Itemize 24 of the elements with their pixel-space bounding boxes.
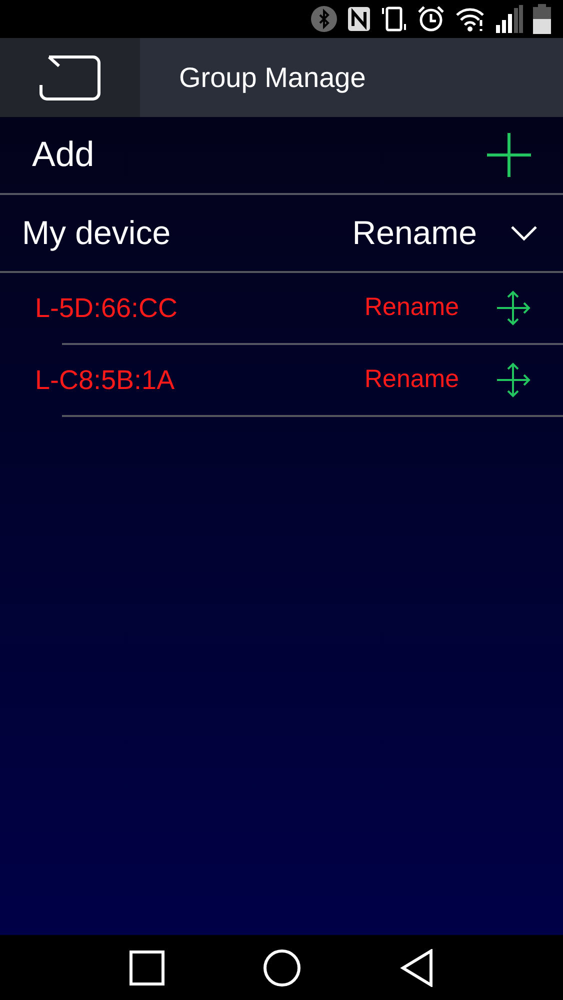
move-icon[interactable] [495, 290, 531, 326]
alarm-icon [417, 5, 445, 33]
device-name: L-C8:5B:1A [35, 364, 176, 397]
rename-link[interactable]: Rename [364, 289, 459, 327]
signal-icon [495, 5, 523, 33]
add-icon[interactable] [487, 133, 531, 177]
nfc-icon [347, 6, 371, 32]
back-button[interactable] [0, 38, 140, 117]
device-name: L-5D:66:CC [35, 292, 179, 325]
group-name: My device [22, 213, 172, 254]
wifi-icon [455, 6, 485, 32]
chevron-icon[interactable] [511, 225, 537, 241]
screen-title: Group Manage [179, 60, 366, 95]
rename-link[interactable]: Rename [364, 361, 459, 399]
back-icon [39, 54, 101, 100]
rename-button[interactable]: Rename [352, 208, 477, 258]
move-icon[interactable] [495, 362, 531, 398]
vibrate-icon [381, 5, 407, 33]
recents-icon[interactable] [128, 950, 165, 986]
back-nav-icon[interactable] [400, 948, 434, 986]
battery-icon [533, 4, 551, 34]
bluetooth-icon [311, 6, 337, 32]
home-icon[interactable] [262, 948, 302, 988]
add-label: Add [32, 134, 94, 176]
